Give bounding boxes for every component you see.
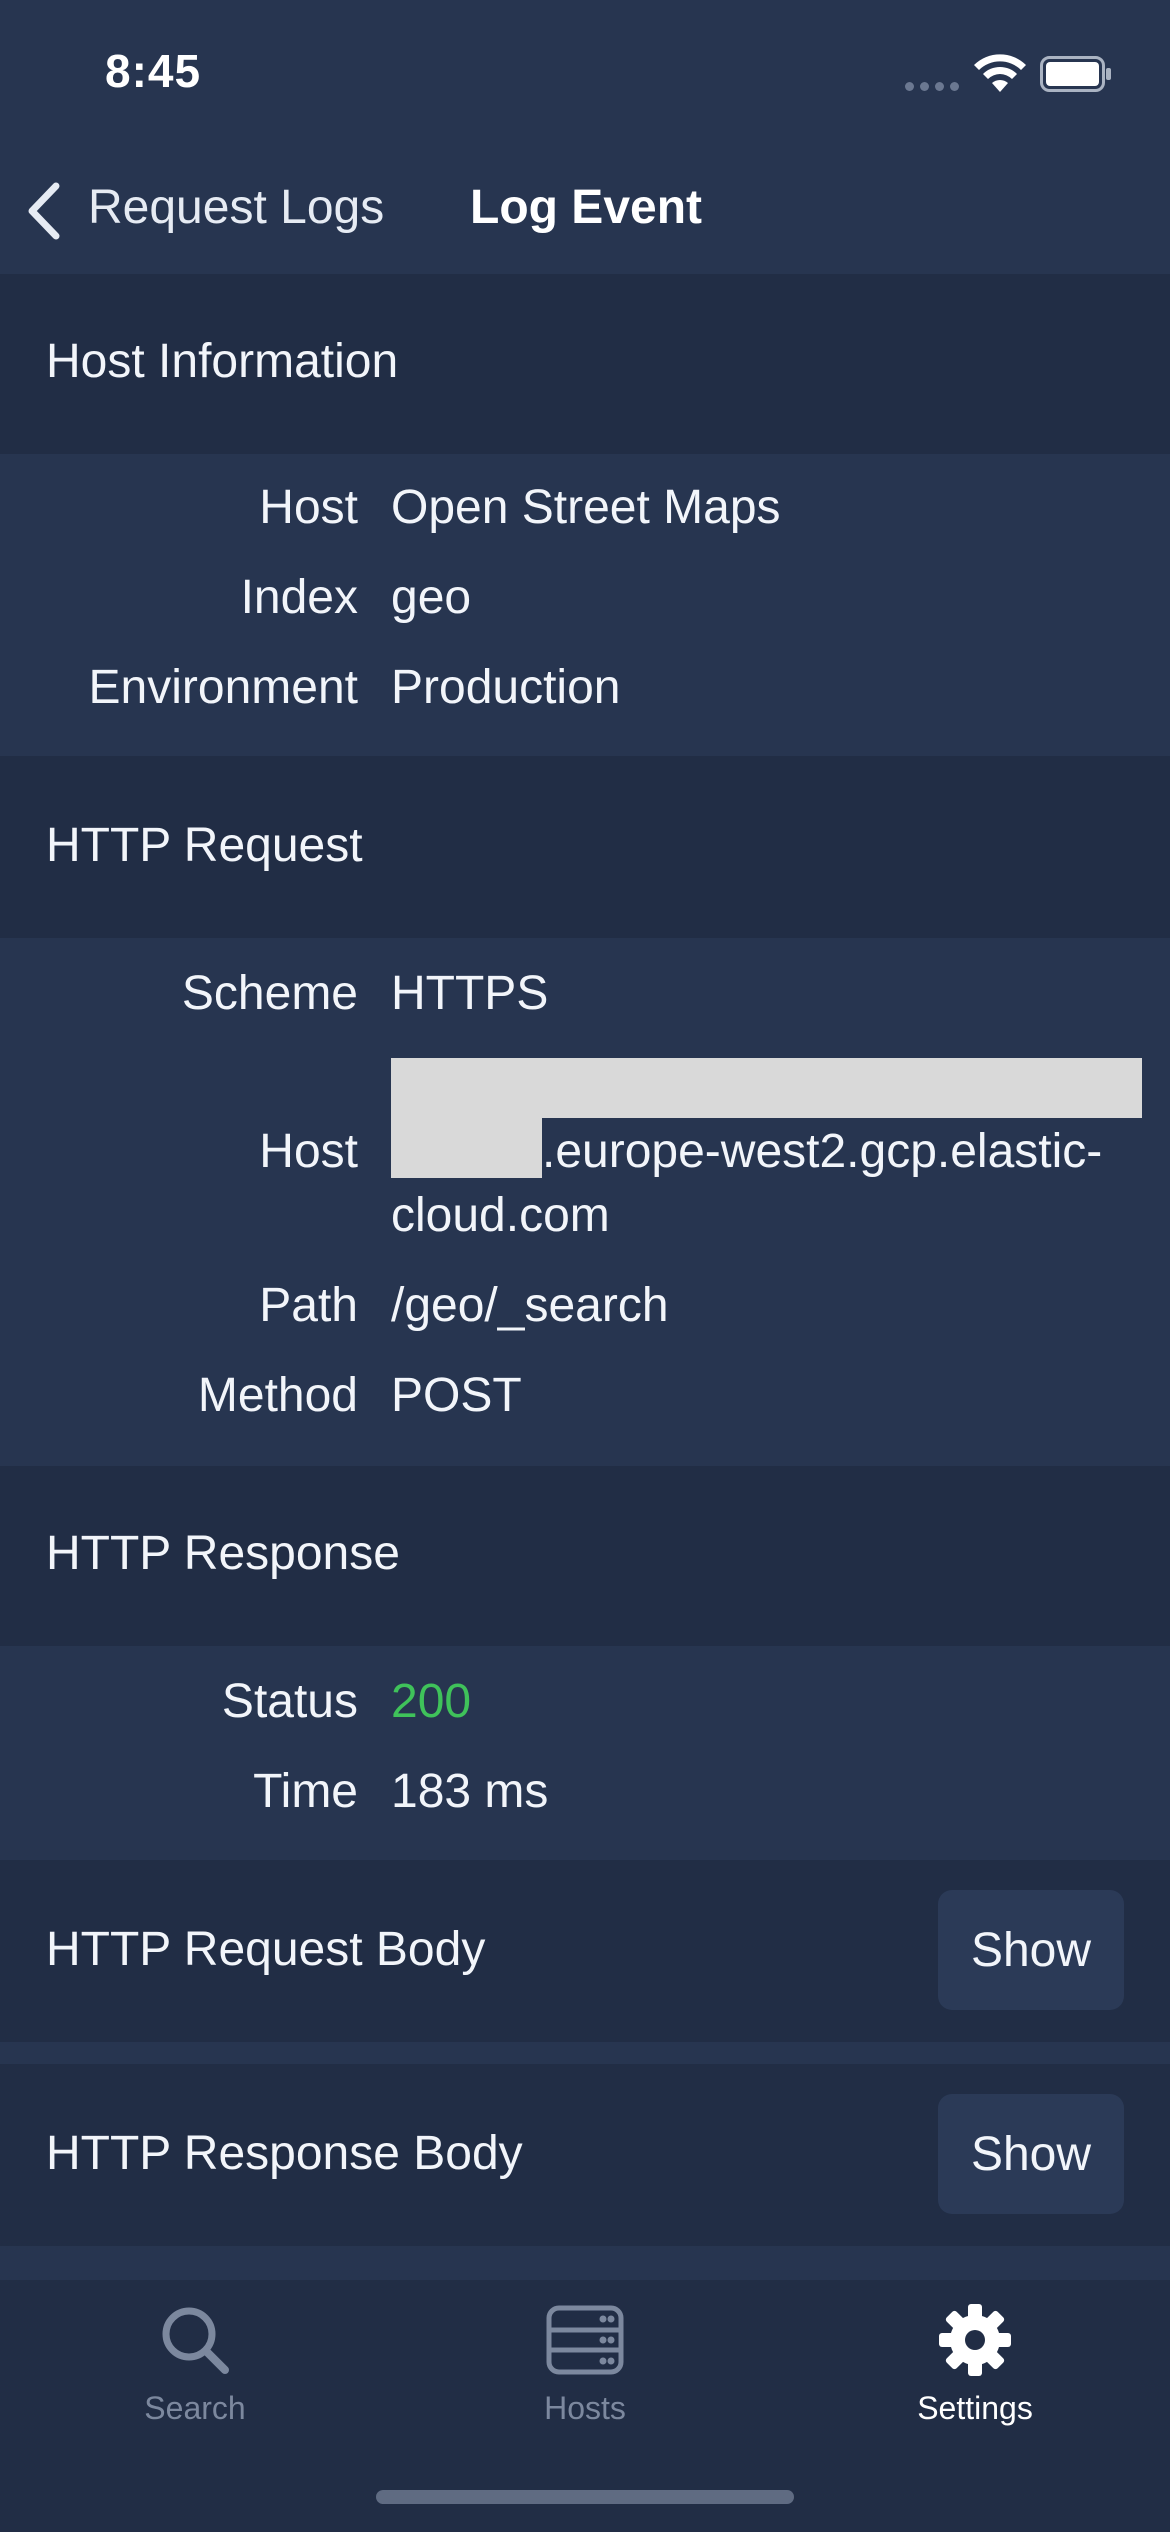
- section-spacer: [0, 2246, 1170, 2280]
- section-header-host-information: Host Information: [0, 274, 1170, 454]
- row-label: Path: [259, 1279, 358, 1332]
- row-label: Index: [240, 571, 358, 624]
- http-request-section: Scheme HTTPS Host .europe-west2.gcp.elas…: [0, 938, 1170, 1466]
- row-label: Scheme: [181, 967, 358, 1020]
- tab-search[interactable]: Search: [0, 2280, 390, 2480]
- section-header-http-request: HTTP Request: [0, 756, 1170, 938]
- chevron-left-icon[interactable]: [22, 178, 66, 244]
- page-title: Log Event: [470, 181, 703, 234]
- row-label: Host: [259, 1125, 358, 1178]
- tab-label: Hosts: [544, 2390, 626, 2426]
- gear-icon: [939, 2304, 1011, 2376]
- wifi-icon: [974, 54, 1026, 92]
- info-row-environment: Environment Production: [0, 660, 1170, 730]
- section-title: HTTP Request Body: [46, 1923, 486, 1976]
- row-value: 183 ms: [391, 1765, 549, 1818]
- redacted-block: [391, 1058, 1142, 1118]
- section-title: Host Information: [46, 335, 399, 388]
- cellular-signal-icon: [905, 82, 961, 94]
- request-row-method: Method POST: [0, 1368, 1170, 1438]
- status-code-value: 200: [391, 1675, 472, 1728]
- row-label: Environment: [88, 661, 358, 714]
- search-icon: [162, 2307, 229, 2374]
- host-information-section: Host Open Street Maps Index geo Environm…: [0, 454, 1170, 756]
- row-label: Method: [197, 1369, 358, 1422]
- row-value: Production: [391, 661, 621, 714]
- row-label: Time: [253, 1765, 358, 1818]
- section-header-request-body: HTTP Request Body Show: [0, 1860, 1170, 2042]
- tab-label: Settings: [917, 2390, 1033, 2426]
- back-button[interactable]: Request Logs: [88, 180, 384, 235]
- section-header-response-body: HTTP Response Body Show: [0, 2064, 1170, 2246]
- response-row-time: Time 183 ms: [0, 1764, 1170, 1834]
- row-value: .europe-west2.gcp.elastic-: [542, 1125, 1103, 1178]
- request-row-host: Host .europe-west2.gcp.elastic-: [0, 1124, 1170, 1194]
- info-row-index: Index geo: [0, 570, 1170, 640]
- row-value: POST: [391, 1369, 522, 1422]
- row-value: cloud.com: [391, 1189, 610, 1242]
- tab-hosts[interactable]: Hosts: [390, 2280, 780, 2480]
- section-title: HTTP Response Body: [46, 2127, 523, 2180]
- section-header-http-response: HTTP Response: [0, 1466, 1170, 1646]
- info-row-host: Host Open Street Maps: [0, 480, 1170, 550]
- home-indicator[interactable]: [376, 2490, 794, 2504]
- server-icon: [546, 2305, 624, 2375]
- section-spacer: [0, 2042, 1170, 2064]
- status-time: 8:45: [105, 45, 202, 97]
- response-row-status: Status 200: [0, 1674, 1170, 1744]
- navigation-bar: Request Logs Log Event: [0, 150, 1170, 274]
- http-response-section: Status 200 Time 183 ms: [0, 1646, 1170, 1860]
- show-request-body-button[interactable]: Show: [938, 1890, 1124, 2010]
- section-title: HTTP Request: [46, 819, 363, 872]
- row-value: /geo/_search: [391, 1279, 669, 1332]
- row-label: Status: [221, 1675, 358, 1728]
- status-bar: 8:45: [0, 0, 1170, 150]
- row-value: Open Street Maps: [391, 481, 781, 534]
- request-row-host-continued: cloud.com: [0, 1188, 1170, 1258]
- row-value: HTTPS: [391, 967, 549, 1020]
- row-label: Host: [259, 481, 358, 534]
- row-value: geo: [391, 571, 472, 624]
- request-row-scheme: Scheme HTTPS: [0, 966, 1170, 1036]
- tab-settings[interactable]: Settings: [780, 2280, 1170, 2480]
- show-response-body-button[interactable]: Show: [938, 2094, 1124, 2214]
- battery-icon: [1040, 56, 1111, 92]
- tab-label: Search: [144, 2390, 246, 2426]
- section-title: HTTP Response: [46, 1527, 400, 1580]
- request-row-path: Path /geo/_search: [0, 1278, 1170, 1348]
